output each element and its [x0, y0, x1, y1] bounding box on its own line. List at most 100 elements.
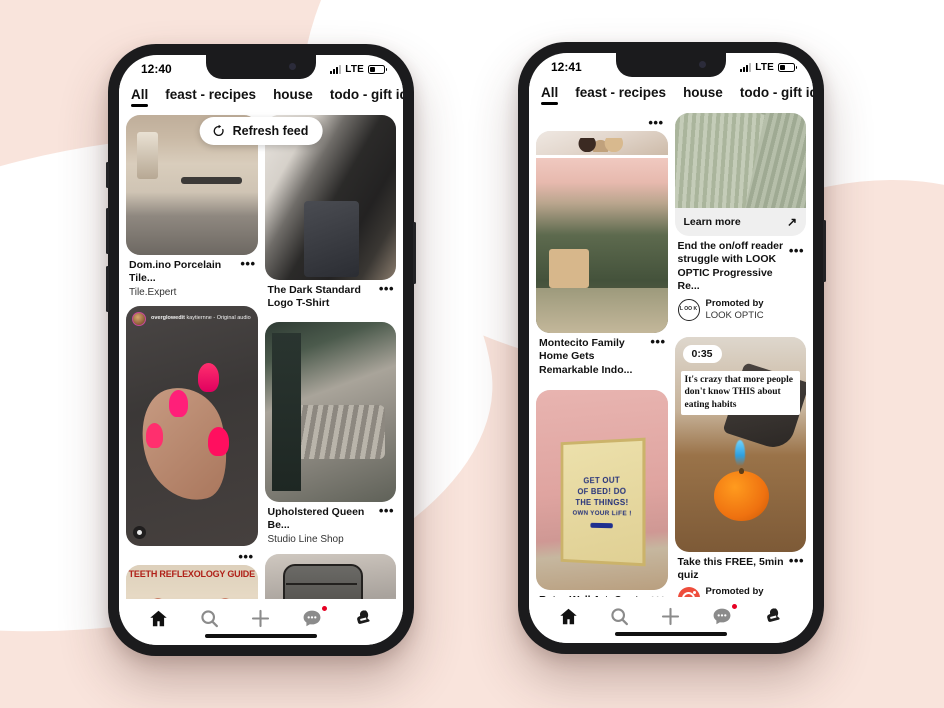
pin-image[interactable]: 0:35 It's crazy that more people don't k…: [674, 336, 806, 552]
audio-label: kaytiernne - Original audio: [186, 315, 251, 322]
tab-feast-recipes[interactable]: feast - recipes: [575, 85, 666, 106]
tab-todo-gift-ideas[interactable]: todo - gift idea: [330, 87, 403, 108]
bottom-nav-right[interactable]: [529, 597, 813, 643]
pin-overflow-menu-icon[interactable]: •••: [379, 282, 394, 295]
nav-messages[interactable]: [297, 605, 329, 631]
home-indicator: [205, 634, 317, 638]
montecito-home-image: [536, 158, 668, 333]
nav-home[interactable]: [144, 605, 174, 631]
promoter-name: LOOK OPTIC: [705, 309, 764, 321]
power-button[interactable]: [823, 220, 826, 282]
promoted-info: Promoted by Noom: [706, 586, 764, 597]
bottom-nav-left[interactable]: [119, 599, 403, 645]
pin-title: Montecito Family Home Gets Remarkable In…: [539, 337, 633, 376]
pin-title: Upholstered Queen Be...: [267, 505, 365, 532]
learn-more-label: Learn more: [683, 216, 741, 228]
search-icon: [201, 609, 219, 627]
flame-image: [734, 439, 745, 466]
learn-more-button[interactable]: Learn more ↗: [674, 208, 806, 236]
pin-overflow-menu-icon[interactable]: •••: [240, 257, 255, 270]
tab-strip-left[interactable]: All feast - recipes house todo - gift id…: [119, 81, 403, 115]
sweater-image: [674, 113, 806, 208]
home-icon: [150, 610, 167, 626]
pin-card-retro-wall-art[interactable]: GET OUT OF BED! DO THE THINGS! OWN YOUR …: [536, 390, 668, 597]
promoted-by-row[interactable]: L OO K Promoted by LOOK OPTIC: [675, 294, 807, 322]
nav-profile[interactable]: [348, 605, 378, 631]
pin-overflow-menu-icon[interactable]: •••: [789, 554, 804, 567]
creator-info: overglowedit kaytiernne - Original audio: [151, 315, 251, 323]
nav-messages[interactable]: [707, 603, 739, 629]
feed-column-right: Learn more ↗ End the on/off reader strug…: [674, 113, 807, 597]
pin-image[interactable]: GET OUT OF BED! DO THE THINGS! OWN YOUR …: [536, 390, 668, 591]
pin-image[interactable]: overglowedit kaytiernne - Original audio: [126, 305, 258, 546]
poster-line-4: OWN YOUR LiFE !: [572, 509, 633, 518]
status-indicators: LTE: [740, 62, 797, 73]
tab-house[interactable]: house: [683, 85, 723, 106]
food-image: [536, 131, 668, 155]
tab-all[interactable]: All: [131, 87, 149, 108]
pin-image[interactable]: TEETH REFLEXOLOGY GUIDE: [126, 564, 258, 599]
tab-all[interactable]: All: [541, 85, 559, 106]
pin-card-noom-ad[interactable]: 0:35 It's crazy that more people don't k…: [674, 336, 807, 597]
nav-create[interactable]: [656, 603, 686, 629]
video-source-badge-icon: [133, 525, 146, 539]
front-camera-icon: [699, 61, 706, 68]
arrow-up-right-icon: ↗: [786, 215, 797, 229]
refresh-feed-button[interactable]: Refresh feed: [199, 117, 323, 145]
pin-card-nails-video[interactable]: overglowedit kaytiernne - Original audio: [126, 305, 258, 546]
tab-feast-recipes[interactable]: feast - recipes: [165, 87, 256, 108]
bed-image: [264, 321, 396, 502]
pin-title: Dom.ino Porcelain Tile...: [129, 259, 222, 285]
pin-image[interactable]: [264, 553, 396, 599]
feed-left[interactable]: Dom.ino Porcelain Tile... ••• Tile.Exper…: [119, 115, 403, 599]
pin-overflow-menu-icon[interactable]: •••: [379, 504, 394, 517]
retro-wall-art-image: GET OUT OF BED! DO THE THINGS! OWN YOUR …: [536, 390, 668, 591]
nav-create[interactable]: [246, 605, 276, 631]
pin-image[interactable]: [536, 131, 668, 155]
pin-card-upholstered-bed[interactable]: Upholstered Queen Be... ••• Studio Line …: [264, 321, 396, 545]
pin-subtitle: Studio Line Shop: [267, 533, 344, 545]
orange-fruit-image: [713, 467, 770, 522]
pin-card-top-partial[interactable]: •••: [536, 113, 668, 155]
pin-overflow-menu-icon[interactable]: •••: [650, 335, 665, 348]
nav-profile[interactable]: [758, 603, 788, 629]
tab-house[interactable]: house: [273, 87, 313, 108]
pin-title: The Dark Standard Logo T-Shirt: [267, 284, 361, 310]
pin-subtitle: Tile.Expert: [129, 286, 177, 298]
pin-image[interactable]: [674, 113, 806, 208]
phone-left: 12:40 LTE All feast - recipes house todo…: [106, 44, 416, 656]
pin-overflow-menu-icon[interactable]: •••: [648, 115, 663, 130]
chat-bubble-icon: [303, 610, 321, 627]
network-type-label: LTE: [345, 63, 364, 75]
power-button[interactable]: [413, 222, 416, 284]
battery-icon: [368, 64, 387, 74]
pin-card-look-optic-ad[interactable]: Learn more ↗ End the on/off reader strug…: [674, 113, 807, 322]
unread-badge: [321, 605, 329, 612]
tab-strip-right[interactable]: All feast - recipes house todo - gift id…: [529, 79, 813, 113]
pin-card-teeth-reflexology[interactable]: ••• TEETH REFLEXOLOGY GUIDE: [126, 549, 258, 599]
pin-overflow-menu-icon[interactable]: •••: [238, 549, 253, 564]
screen-right: 12:41 LTE All feast - recipes house todo…: [529, 53, 813, 643]
pin-title: Take this FREE, 5min quiz: [677, 555, 784, 581]
pin-image[interactable]: [264, 321, 396, 502]
volume-down-button[interactable]: [106, 266, 109, 312]
feed-column-left: ••• Montecito Family Home Gets Remarkabl…: [536, 113, 668, 597]
pin-title: Retro Wall Art, Quote a...: [536, 590, 668, 597]
feed-right[interactable]: ••• Montecito Family Home Gets Remarkabl…: [529, 113, 813, 597]
nav-search[interactable]: [605, 603, 635, 629]
nav-home[interactable]: [554, 603, 584, 629]
nav-search[interactable]: [195, 605, 225, 631]
volume-up-button[interactable]: [106, 208, 109, 254]
battery-icon: [778, 62, 797, 72]
tab-todo-gift-ideas[interactable]: todo - gift idea: [740, 85, 813, 106]
video-duration-badge: 0:35: [682, 344, 722, 363]
scene: 12:40 LTE All feast - recipes house todo…: [0, 0, 944, 708]
mute-switch[interactable]: [106, 162, 109, 188]
creator-overlay: overglowedit kaytiernne - Original audio: [132, 311, 252, 326]
pin-card-bathroom-shelf[interactable]: [264, 553, 396, 599]
pin-card-montecito-home[interactable]: Montecito Family Home Gets Remarkable In…: [536, 158, 668, 377]
pin-overflow-menu-icon[interactable]: •••: [789, 244, 804, 257]
logo-text: L OO K: [679, 306, 698, 313]
promoted-by-row[interactable]: Promoted by Noom: [675, 582, 807, 597]
pin-image[interactable]: [536, 158, 668, 333]
